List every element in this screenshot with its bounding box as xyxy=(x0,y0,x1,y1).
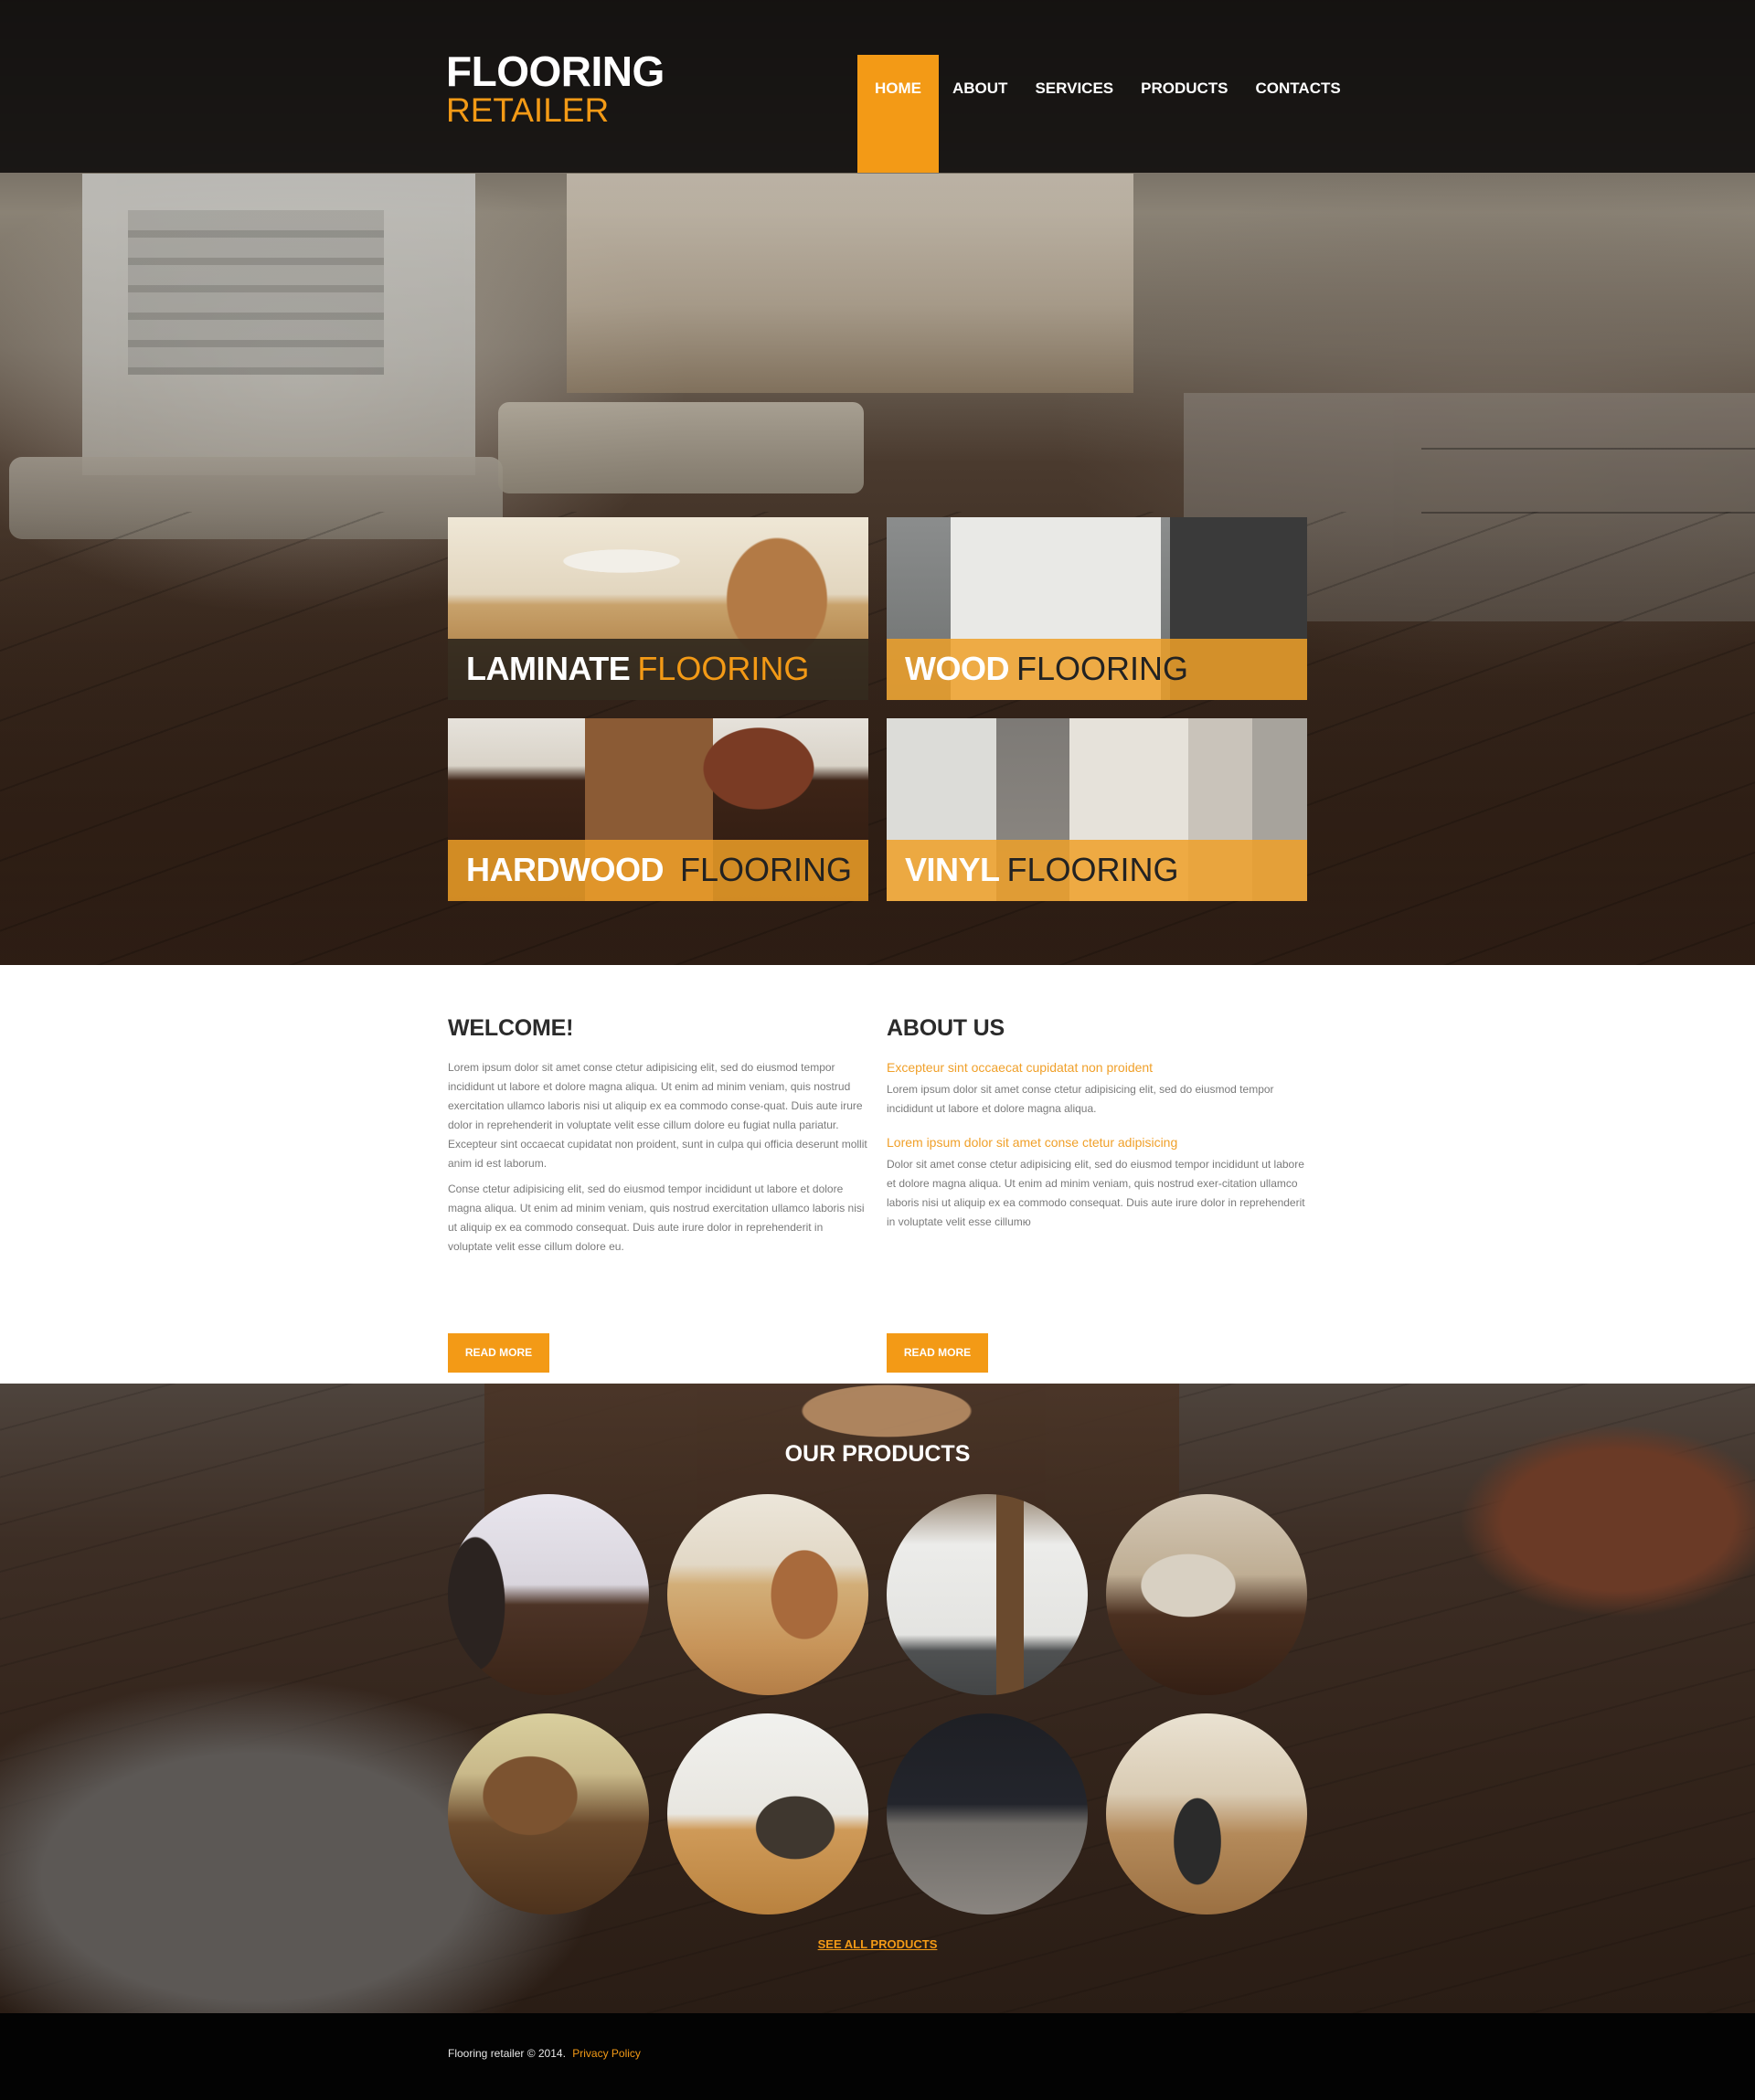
about-item-heading: Lorem ipsum dolor sit amet conse ctetur … xyxy=(887,1135,1178,1150)
product-thumbnail[interactable] xyxy=(448,1713,649,1914)
nav-item-contacts[interactable]: CONTACTS xyxy=(1242,55,1355,173)
hero-background-sofa-2 xyxy=(498,402,864,493)
category-tile-hardwood[interactable]: HARDWOOD FLOORING xyxy=(448,718,868,901)
hero-background-shelves xyxy=(567,174,1133,393)
logo-title: FLOORING xyxy=(446,48,665,95)
welcome-paragraph: Conse ctetur adipisicing elit, sed do ei… xyxy=(448,1183,865,1253)
logo-subtitle: RETAILER xyxy=(446,91,610,129)
about-block: ABOUT US Excepteur sint occaecat cupidat… xyxy=(887,1014,1307,1373)
welcome-block: WELCOME! Lorem ipsum dolor sit amet cons… xyxy=(448,1014,868,1373)
category-caption: HARDWOOD FLOORING xyxy=(448,840,868,901)
welcome-paragraph: Lorem ipsum dolor sit amet conse ctetur … xyxy=(448,1061,867,1170)
product-thumbnail[interactable] xyxy=(887,1494,1088,1695)
footer-text: Flooring retailer © 2014. Privacy Policy xyxy=(448,2046,641,2061)
category-name: WOOD xyxy=(905,650,1009,687)
product-thumbnail[interactable] xyxy=(1106,1494,1307,1695)
welcome-read-more-button[interactable]: READ MORE xyxy=(448,1333,549,1373)
category-suffix: FLOORING xyxy=(679,851,852,888)
hero-section: FLOORING RETAILER HOME ABOUT SERVICES PR… xyxy=(0,0,1755,965)
category-tile-laminate[interactable]: LAMINATE FLOORING xyxy=(448,517,868,700)
nav-item-about[interactable]: ABOUT xyxy=(939,55,1021,173)
site-logo[interactable]: FLOORING RETAILER xyxy=(446,50,665,129)
see-all-wrapper: SEE ALL PRODUCTS xyxy=(0,1936,1755,1953)
site-footer: Flooring retailer © 2014. Privacy Policy xyxy=(0,2013,1755,2100)
category-suffix: FLOORING xyxy=(637,650,810,687)
category-tile-wood[interactable]: WOOD FLOORING xyxy=(887,517,1307,700)
category-name: LAMINATE xyxy=(466,650,631,687)
category-suffix: FLOORING xyxy=(1006,851,1179,888)
welcome-title: WELCOME! xyxy=(448,1015,574,1041)
category-tile-vinyl[interactable]: VINYL FLOORING xyxy=(887,718,1307,901)
product-thumbnail[interactable] xyxy=(667,1713,868,1914)
category-caption: WOOD FLOORING xyxy=(887,639,1307,700)
hero-background-window xyxy=(82,174,475,475)
product-thumbnail[interactable] xyxy=(887,1713,1088,1914)
nav-item-services[interactable]: SERVICES xyxy=(1021,55,1127,173)
copyright-text: Flooring retailer © 2014. xyxy=(448,2047,566,2060)
nav-item-home[interactable]: HOME xyxy=(857,55,939,173)
products-title: OUR PRODUCTS xyxy=(784,1441,971,1467)
about-read-more-button[interactable]: READ MORE xyxy=(887,1333,988,1373)
product-thumbnail[interactable] xyxy=(448,1494,649,1695)
nav-item-products[interactable]: PRODUCTS xyxy=(1127,55,1241,173)
category-caption: LAMINATE FLOORING xyxy=(448,639,868,700)
category-name: VINYL xyxy=(905,851,1000,888)
see-all-products-link[interactable]: SEE ALL PRODUCTS xyxy=(818,1937,938,1951)
about-item-text: Lorem ipsum dolor sit amet conse ctetur … xyxy=(887,1083,1274,1115)
category-suffix: FLOORING xyxy=(1016,650,1188,687)
site-header: FLOORING RETAILER HOME ABOUT SERVICES PR… xyxy=(0,0,1755,173)
products-section: OUR PRODUCTS SEE ALL PRODUCTS xyxy=(0,1384,1755,2013)
main-nav: HOME ABOUT SERVICES PRODUCTS CONTACTS xyxy=(857,55,1355,173)
product-thumbnail[interactable] xyxy=(667,1494,868,1695)
hero-background-floor xyxy=(0,512,1755,965)
about-title: ABOUT US xyxy=(887,1015,1005,1041)
about-item-heading: Excepteur sint occaecat cupidatat non pr… xyxy=(887,1060,1154,1075)
category-name: HARDWOOD xyxy=(466,851,664,888)
about-item-text: Dolor sit amet conse ctetur adipisicing … xyxy=(887,1158,1305,1228)
privacy-policy-link[interactable]: Privacy Policy xyxy=(572,2047,641,2060)
product-thumbnail[interactable] xyxy=(1106,1713,1307,1914)
info-section: WELCOME! Lorem ipsum dolor sit amet cons… xyxy=(0,965,1755,1384)
category-caption: VINYL FLOORING xyxy=(887,840,1307,901)
